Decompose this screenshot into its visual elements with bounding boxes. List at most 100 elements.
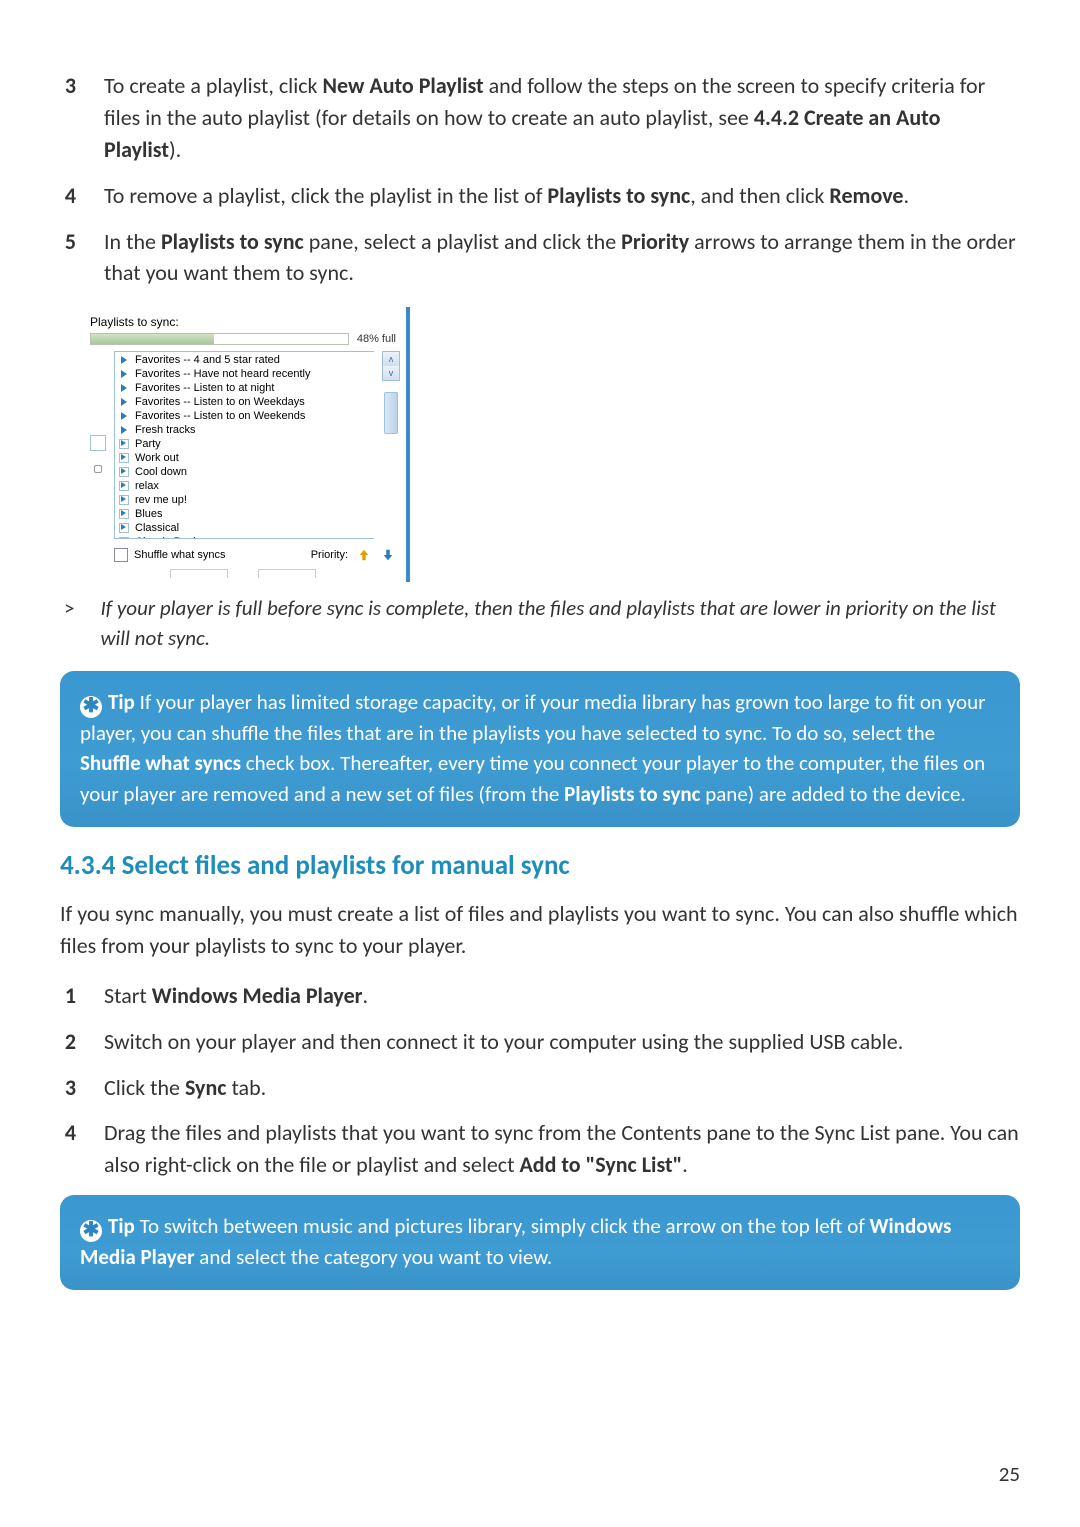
playlist-icon bbox=[119, 425, 129, 435]
note-text: If your player is full before sync is co… bbox=[100, 594, 1016, 653]
note-marker: > bbox=[64, 594, 74, 623]
playlists-sync-screenshot: Playlists to sync: 48% full Favorites --… bbox=[80, 307, 410, 582]
scrollbar[interactable]: ʌ v bbox=[382, 351, 400, 381]
side-marker-icon bbox=[94, 465, 102, 473]
step-number: 5 bbox=[60, 226, 76, 258]
checkbox-icon bbox=[114, 548, 128, 562]
scroll-down-icon[interactable]: v bbox=[383, 366, 399, 380]
bold-text: Windows Media Player bbox=[152, 982, 363, 1009]
playlist-label: Favorites -- Listen to at night bbox=[135, 381, 274, 395]
section-heading: 4.3.4 Select files and playlists for man… bbox=[60, 849, 1020, 882]
playlist-item[interactable]: Classical bbox=[115, 521, 374, 535]
playlist-label: Classical bbox=[135, 521, 179, 535]
bold-text: Playlists to sync bbox=[161, 228, 304, 255]
playlist-label: Blues bbox=[135, 507, 163, 521]
playlist-label: Party bbox=[135, 437, 161, 451]
playlist-icon bbox=[119, 509, 129, 519]
tip-label: Tip bbox=[108, 1213, 135, 1239]
step-item: 2 Switch on your player and then connect … bbox=[60, 1026, 1020, 1058]
playlist-icon bbox=[119, 467, 129, 477]
step-number: 2 bbox=[60, 1026, 76, 1058]
playlist-item[interactable]: Blues bbox=[115, 507, 374, 521]
side-marker-icon bbox=[90, 435, 106, 451]
playlist-icon bbox=[119, 481, 129, 491]
shuffle-checkbox[interactable]: Shuffle what syncs bbox=[114, 548, 226, 562]
priority-label: Priority: bbox=[311, 549, 348, 561]
step-body: To create a playlist, click New Auto Pla… bbox=[104, 70, 1020, 166]
tip-icon: ✱ bbox=[80, 696, 102, 718]
playlist-label: rev me up! bbox=[135, 493, 187, 507]
playlist-icon bbox=[119, 537, 129, 539]
playlist-label: Classic Rock bbox=[135, 535, 199, 539]
screenshot-title: Playlists to sync: bbox=[80, 315, 406, 333]
step-body: Drag the files and playlists that you wa… bbox=[104, 1117, 1020, 1181]
step-body: To remove a playlist, click the playlist… bbox=[104, 180, 1020, 212]
step-item: 4 Drag the files and playlists that you w… bbox=[60, 1117, 1020, 1181]
step-number: 1 bbox=[60, 980, 76, 1012]
tip-box-1: ✱Tip If your player has limited storage … bbox=[60, 671, 1020, 827]
playlist-label: Cool down bbox=[135, 465, 187, 479]
note-line: > If your player is full before sync is … bbox=[60, 594, 1020, 653]
playlist-item[interactable]: relax bbox=[115, 479, 374, 493]
playlist-icon bbox=[119, 369, 129, 379]
scroll-thumb[interactable] bbox=[384, 392, 398, 434]
step-body: Click the Sync tab. bbox=[104, 1072, 1020, 1104]
page-number: 25 bbox=[999, 1461, 1020, 1487]
capacity-label: 48% full bbox=[357, 333, 396, 345]
playlist-item[interactable]: Favorites -- Have not heard recently bbox=[115, 367, 374, 381]
playlist-item[interactable]: Classic Rock bbox=[115, 535, 374, 539]
steps-group-2: 1 Start Windows Media Player. 2 Switch on y… bbox=[60, 980, 1020, 1181]
playlist-item[interactable]: Favorites -- Listen to on Weekends bbox=[115, 409, 374, 423]
playlist-label: Favorites -- Listen to on Weekends bbox=[135, 409, 305, 423]
playlist-item[interactable]: Party bbox=[115, 437, 374, 451]
scroll-up-icon[interactable]: ʌ bbox=[383, 352, 399, 366]
playlist-item[interactable]: Work out bbox=[115, 451, 374, 465]
step-number: 3 bbox=[60, 70, 76, 102]
bold-text: Shuffle what syncs bbox=[80, 750, 241, 776]
bold-text: Remove bbox=[829, 182, 903, 209]
playlist-label: Fresh tracks bbox=[135, 423, 196, 437]
step-body: Start Windows Media Player. bbox=[104, 980, 1020, 1012]
step-item: 5 In the Playlists to sync pane, select a… bbox=[60, 226, 1020, 290]
capacity-bar bbox=[90, 333, 349, 345]
tip-icon: ✱ bbox=[80, 1220, 102, 1242]
playlist-list[interactable]: Favorites -- 4 and 5 star ratedFavorites… bbox=[114, 351, 374, 539]
playlist-icon bbox=[119, 495, 129, 505]
playlist-icon bbox=[119, 397, 129, 407]
bold-text: 4.4.2 Create an Auto Playlist bbox=[104, 104, 940, 163]
playlist-label: relax bbox=[135, 479, 159, 493]
shuffle-label: Shuffle what syncs bbox=[134, 549, 226, 561]
step-number: 4 bbox=[60, 1117, 76, 1149]
bold-text: Playlists to sync bbox=[547, 182, 690, 209]
playlist-item[interactable]: Favorites -- Listen to on Weekdays bbox=[115, 395, 374, 409]
step-body: Switch on your player and then connect i… bbox=[104, 1026, 1020, 1058]
playlist-item[interactable]: Cool down bbox=[115, 465, 374, 479]
bold-text: Sync bbox=[185, 1074, 227, 1101]
playlist-icon bbox=[119, 523, 129, 533]
steps-group-1: 3 To create a playlist, click New Auto Pl… bbox=[60, 70, 1020, 289]
playlist-icon bbox=[119, 355, 129, 365]
step-item: 4To remove a playlist, click the playlis… bbox=[60, 180, 1020, 212]
bold-text: New Auto Playlist bbox=[323, 72, 484, 99]
priority-up-button[interactable] bbox=[356, 547, 372, 563]
playlist-icon bbox=[119, 439, 129, 449]
bold-text: Priority bbox=[621, 228, 689, 255]
playlist-item[interactable]: Favorites -- 4 and 5 star rated bbox=[115, 353, 374, 367]
priority-down-button[interactable] bbox=[380, 547, 396, 563]
playlist-icon bbox=[119, 453, 129, 463]
playlist-item[interactable]: Favorites -- Listen to at night bbox=[115, 381, 374, 395]
playlist-icon bbox=[119, 383, 129, 393]
tip-box-2: ✱Tip To switch between music and picture… bbox=[60, 1195, 1020, 1290]
step-item: 3Click the Sync tab. bbox=[60, 1072, 1020, 1104]
playlist-label: Favorites -- 4 and 5 star rated bbox=[135, 353, 280, 367]
playlist-icon bbox=[119, 411, 129, 421]
step-body: In the Playlists to sync pane, select a … bbox=[104, 226, 1020, 290]
playlist-label: Work out bbox=[135, 451, 179, 465]
playlist-item[interactable]: Fresh tracks bbox=[115, 423, 374, 437]
section-lead: If you sync manually, you must create a … bbox=[60, 898, 1020, 962]
bold-text: Windows Media Player bbox=[80, 1213, 951, 1270]
playlist-item[interactable]: rev me up! bbox=[115, 493, 374, 507]
playlist-label: Favorites -- Have not heard recently bbox=[135, 367, 310, 381]
bold-text: Playlists to sync bbox=[564, 781, 700, 807]
bold-text: Add to "Sync List" bbox=[519, 1151, 682, 1178]
